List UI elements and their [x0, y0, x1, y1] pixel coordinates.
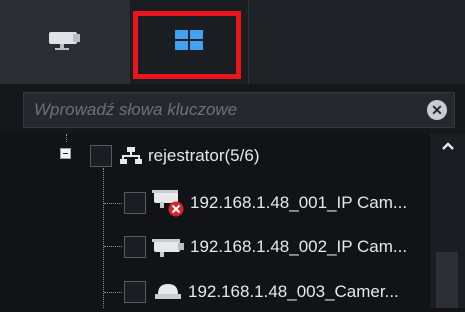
camera-3-checkbox[interactable]: [124, 281, 146, 303]
tree-line: [103, 168, 104, 308]
tree-line: [104, 203, 122, 204]
tree-item-camera-2[interactable]: 192.168.1.48_002_IP Cam...: [124, 227, 407, 267]
tree-line: [104, 246, 122, 247]
root-checkbox[interactable]: [90, 145, 112, 167]
tree-root-row[interactable]: rejestrator(5/6): [90, 136, 259, 176]
camera-offline-icon: [152, 188, 186, 218]
camera-2-checkbox[interactable]: [124, 236, 146, 258]
camera-1-checkbox[interactable]: [124, 192, 146, 214]
tree-line: [66, 134, 67, 142]
camera-icon: [46, 29, 84, 56]
search-input[interactable]: [24, 99, 427, 121]
tab-bar-empty-area: [248, 0, 465, 84]
tab-cameras[interactable]: [0, 0, 130, 84]
tab-bar: [0, 0, 465, 84]
tree-line: [104, 292, 122, 293]
search-row: ✕: [0, 84, 465, 134]
network-icon: [120, 147, 142, 165]
bullet-camera-icon: [152, 235, 186, 259]
dome-camera-icon: [154, 280, 182, 304]
scroll-thumb[interactable]: [436, 252, 458, 308]
tree-item-camera-1[interactable]: 192.168.1.48_001_IP Cam...: [124, 183, 407, 223]
camera-2-label: 192.168.1.48_002_IP Cam...: [190, 237, 408, 256]
highlight-frame: [133, 11, 241, 79]
device-tree: rejestrator(5/6) 192.168.1.48_001_IP Cam…: [0, 134, 430, 308]
search-box: ✕: [23, 92, 455, 128]
tree-item-camera-3[interactable]: 192.168.1.48_003_Camer...: [124, 272, 399, 312]
camera-3-label: 192.168.1.48_003_Camer...: [188, 282, 399, 301]
camera-1-label: 192.168.1.48_001_IP Cam...: [190, 193, 408, 212]
root-label: rejestrator(5/6): [148, 146, 260, 165]
scroll-up-icon[interactable]: [430, 134, 465, 158]
clear-search-icon[interactable]: ✕: [427, 100, 447, 120]
collapse-toggle[interactable]: [60, 148, 71, 159]
tree-scrollbar[interactable]: [430, 134, 465, 308]
